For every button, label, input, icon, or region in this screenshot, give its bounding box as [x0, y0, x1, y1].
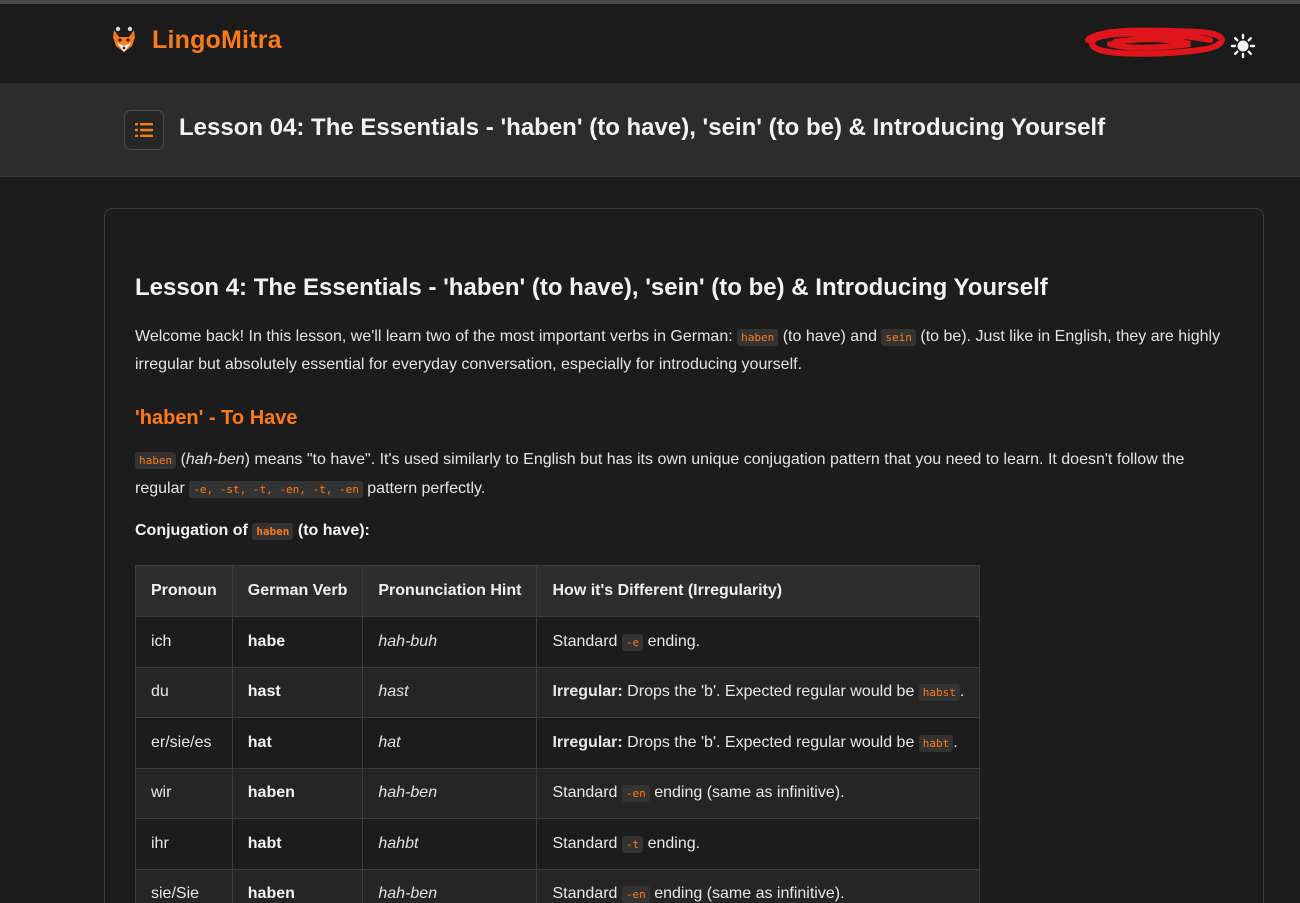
- cell-pronoun: wir: [135, 767, 233, 819]
- intro-paragraph: Welcome back! In this lesson, we'll lear…: [135, 323, 1235, 378]
- table-body: ich habe hah-buh Standard -e ending. du hast h…: [135, 616, 981, 903]
- lesson-content: Lesson 4: The Essentials - 'haben' (to h…: [135, 273, 1235, 903]
- cell-pronunciation-hint: hah-ben: [362, 767, 538, 819]
- table-row: du hast hast Irregular: Drops the 'b'. Expe…: [135, 666, 981, 718]
- difference-text: Drops the 'b'. Expected regular would be: [622, 733, 919, 751]
- header-pronoun: Pronoun: [135, 565, 233, 617]
- difference-text-end: ending.: [643, 632, 701, 650]
- cell-irregularity: Irregular: Drops the 'b'. Expected regul…: [536, 666, 981, 718]
- cell-pronoun: sie/Sie: [135, 868, 233, 903]
- cell-pronunciation-hint: hahbt: [362, 818, 538, 870]
- content-heading: Lesson 4: The Essentials - 'haben' (to h…: [135, 274, 1048, 301]
- cell-german-verb: hat: [231, 717, 364, 769]
- cell-irregularity: Irregular: Drops the 'b'. Expected regul…: [536, 717, 981, 769]
- difference-text: Standard: [552, 885, 622, 903]
- table-row: er/sie/es hat hat Irregular: Drops the 'b'.…: [135, 717, 981, 769]
- code-haben: haben: [737, 329, 779, 346]
- cell-pronunciation-hint: hast: [362, 666, 538, 718]
- cell-pronoun: er/sie/es: [135, 717, 233, 769]
- redaction-scribble: [1085, 27, 1225, 57]
- brand-name: LingoMitra: [152, 25, 282, 54]
- table-row: sie/Sie haben hah-ben Standard -en ending (…: [135, 868, 981, 903]
- cell-german-verb: hast: [231, 666, 364, 718]
- pronunciation-haben: hah-ben: [185, 451, 245, 468]
- lesson-content-card: Lesson 4: The Essentials - 'haben' (to h…: [104, 208, 1264, 903]
- ending-code: -e: [621, 633, 644, 651]
- table-header-row: Pronoun German Verb Pronunciation Hint H…: [135, 565, 981, 617]
- code-haben-conj: haben: [252, 523, 294, 540]
- cell-irregularity: Standard -t ending.: [536, 818, 981, 870]
- cell-german-verb: haben: [231, 868, 364, 903]
- cell-pronunciation-hint: hat: [362, 717, 538, 769]
- table-of-contents-button[interactable]: [124, 110, 164, 150]
- conjugation-label: Conjugation of haben (to have):: [135, 518, 1235, 545]
- irregular-label: Irregular:: [552, 733, 623, 751]
- header-irregularity: How it's Different (Irregularity): [536, 565, 981, 617]
- fox-logo-icon: [113, 26, 135, 52]
- theme-toggle-button[interactable]: [1230, 33, 1256, 59]
- difference-text: Standard: [552, 834, 622, 852]
- cell-pronoun: ich: [135, 616, 233, 668]
- header-pronunciation-hint: Pronunciation Hint: [362, 565, 538, 617]
- cell-german-verb: habt: [231, 818, 364, 870]
- table-row: wir haben hah-ben Standard -en ending (same…: [135, 767, 981, 819]
- difference-text-end: ending.: [643, 834, 701, 852]
- cell-irregularity: Standard -en ending (same as infinitive)…: [536, 868, 981, 903]
- difference-text: Standard: [552, 632, 622, 650]
- lesson-header: Lesson 04: The Essentials - 'haben' (to …: [0, 83, 1300, 177]
- list-icon: [135, 123, 153, 137]
- ending-code: -en: [621, 886, 650, 903]
- lesson-title: Lesson 04: The Essentials - 'haben' (to …: [179, 114, 1106, 141]
- conj-label-text-2: (to have):: [293, 522, 370, 539]
- cell-pronoun: du: [135, 666, 233, 718]
- table-row: ich habe hah-buh Standard -e ending.: [135, 616, 981, 668]
- cell-pronunciation-hint: hah-buh: [362, 616, 538, 668]
- cell-pronoun: ihr: [135, 818, 233, 870]
- code-regular-endings: -e, -st, -t, -en, -t, -en: [189, 481, 363, 498]
- difference-text-end: .: [953, 733, 958, 751]
- cell-german-verb: habe: [231, 616, 364, 668]
- difference-text-end: ending (same as infinitive).: [649, 784, 845, 802]
- ending-code: habt: [918, 734, 954, 752]
- navbar: LingoMitra: [0, 4, 1300, 83]
- table-row: ihr habt hahbt Standard -t ending.: [135, 818, 981, 870]
- haben-description: haben (hah-ben) means "to have". It's us…: [135, 446, 1215, 504]
- difference-text-end: ending (same as infinitive).: [649, 885, 845, 903]
- difference-text: Standard: [552, 784, 622, 802]
- ending-code: -en: [621, 785, 650, 803]
- ending-code: -t: [621, 835, 644, 853]
- header-german-verb: German Verb: [231, 565, 364, 617]
- ending-code: habst: [918, 684, 960, 702]
- code-haben-inline: haben: [135, 452, 177, 469]
- section-heading-haben: 'haben' - To Have: [135, 407, 298, 429]
- intro-text-2: (to have) and: [778, 328, 882, 345]
- paren-open: (: [176, 451, 186, 468]
- cell-pronunciation-hint: hah-ben: [362, 868, 538, 903]
- brand-link[interactable]: LingoMitra: [108, 24, 282, 56]
- code-sein: sein: [881, 329, 916, 346]
- sun-icon: [1230, 33, 1256, 59]
- cell-irregularity: Standard -e ending.: [536, 616, 981, 668]
- haben-description-end: pattern perfectly.: [362, 480, 486, 497]
- difference-text: Drops the 'b'. Expected regular would be: [622, 683, 919, 701]
- intro-text-1: Welcome back! In this lesson, we'll lear…: [135, 328, 738, 345]
- cell-irregularity: Standard -en ending (same as infinitive)…: [536, 767, 981, 819]
- conjugation-table: Pronoun German Verb Pronunciation Hint H…: [135, 565, 981, 903]
- irregular-label: Irregular:: [552, 683, 623, 701]
- conj-label-text-1: Conjugation of: [135, 522, 253, 539]
- cell-german-verb: haben: [231, 767, 364, 819]
- difference-text-end: .: [959, 683, 965, 701]
